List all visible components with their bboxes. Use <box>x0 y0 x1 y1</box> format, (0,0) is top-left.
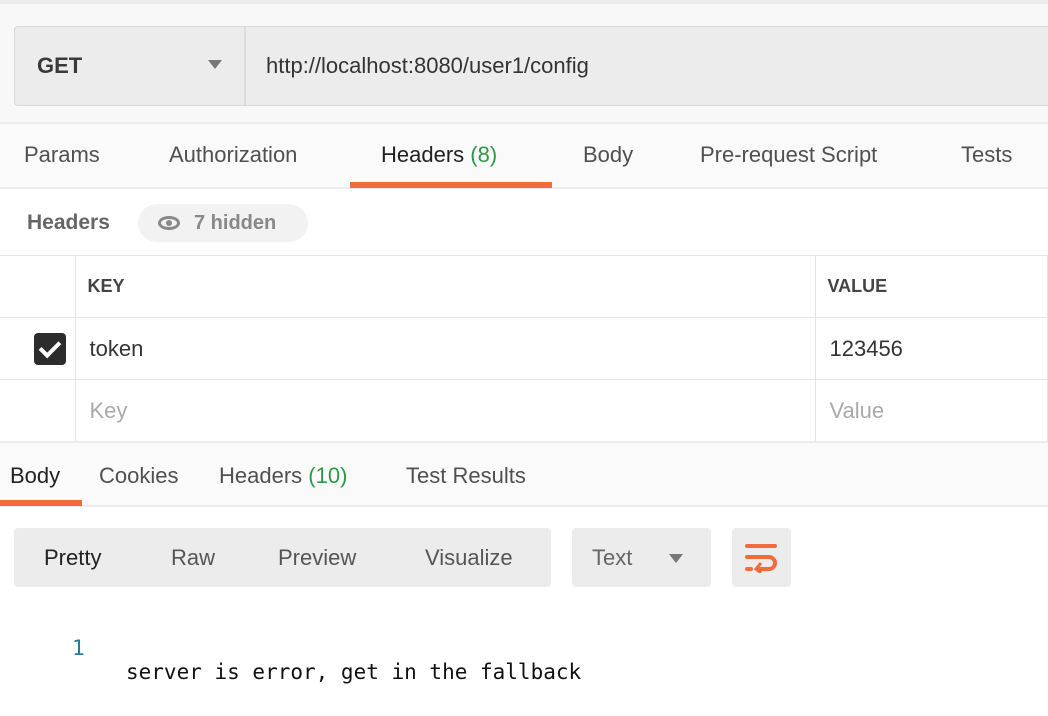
format-button-group: Pretty Raw Preview Visualize <box>14 528 551 587</box>
tab-body[interactable]: Body <box>583 142 633 168</box>
headers-subheader: Headers 7 hidden <box>0 189 1048 255</box>
response-headers-count: (10) <box>308 463 348 488</box>
eye-icon <box>158 216 180 230</box>
chevron-down-icon <box>669 554 683 563</box>
checkbox-column-header <box>0 255 76 318</box>
chevron-down-icon <box>208 60 222 69</box>
active-tab-indicator <box>350 182 552 188</box>
visualize-button[interactable]: Visualize <box>425 545 513 571</box>
value-column-header: VALUE <box>815 255 1048 318</box>
request-url-bar: GET http://localhost:8080/user1/config <box>14 26 1048 106</box>
headers-title: Headers <box>27 211 110 234</box>
hidden-headers-toggle[interactable]: 7 hidden <box>138 204 308 242</box>
key-column-header: KEY <box>75 255 816 318</box>
method-select[interactable]: GET <box>15 27 246 105</box>
body-type-select[interactable]: Text <box>572 528 711 587</box>
request-bar-area: GET http://localhost:8080/user1/config <box>0 0 1048 122</box>
tab-label: Headers <box>381 142 465 167</box>
line-number: 1 <box>72 636 85 660</box>
request-tabs: Params Authorization Headers (8) Body Pr… <box>0 122 1048 189</box>
table-header-row: KEY VALUE <box>0 255 1048 318</box>
body-type-label: Text <box>592 545 633 570</box>
tab-headers[interactable]: Headers (8) <box>381 142 497 168</box>
wrap-lines-button[interactable] <box>732 528 791 587</box>
row-checkbox[interactable] <box>34 332 66 365</box>
url-input[interactable]: http://localhost:8080/user1/config <box>246 53 589 79</box>
tab-label: Headers <box>219 463 303 488</box>
table-row: token 123456 <box>0 317 1048 380</box>
empty-checkbox-cell <box>0 379 76 442</box>
table-row-empty: Key Value <box>0 379 1048 442</box>
tab-cookies[interactable]: Cookies <box>99 463 178 489</box>
response-tabs: Body Cookies Headers (10) Test Results <box>0 441 1048 507</box>
preview-button[interactable]: Preview <box>278 545 356 571</box>
key-input[interactable]: Key <box>74 379 816 442</box>
method-label: GET <box>37 53 83 78</box>
key-cell[interactable]: token <box>74 317 816 380</box>
headers-table: KEY VALUE token 123456 Key Value <box>0 255 1048 442</box>
wrap-lines-icon <box>745 544 777 573</box>
pretty-button[interactable]: Pretty <box>44 545 101 571</box>
response-body-viewer: 1 server is error, get in the fallback <box>0 612 581 684</box>
response-text: server is error, get in the fallback <box>126 660 582 684</box>
tab-response-body[interactable]: Body <box>10 463 60 489</box>
raw-button[interactable]: Raw <box>171 545 215 571</box>
tab-params[interactable]: Params <box>24 142 100 168</box>
tab-tests[interactable]: Tests <box>961 142 1012 168</box>
active-tab-indicator <box>0 500 82 506</box>
tab-response-headers[interactable]: Headers (10) <box>219 463 347 489</box>
tab-test-results[interactable]: Test Results <box>406 463 526 489</box>
hidden-count: 7 hidden <box>194 211 277 234</box>
value-input[interactable]: Value <box>814 379 1048 442</box>
tab-pre-request-script[interactable]: Pre-request Script <box>700 142 877 168</box>
value-cell[interactable]: 123456 <box>814 317 1048 380</box>
tab-authorization[interactable]: Authorization <box>169 142 297 168</box>
headers-count: (8) <box>470 142 498 167</box>
